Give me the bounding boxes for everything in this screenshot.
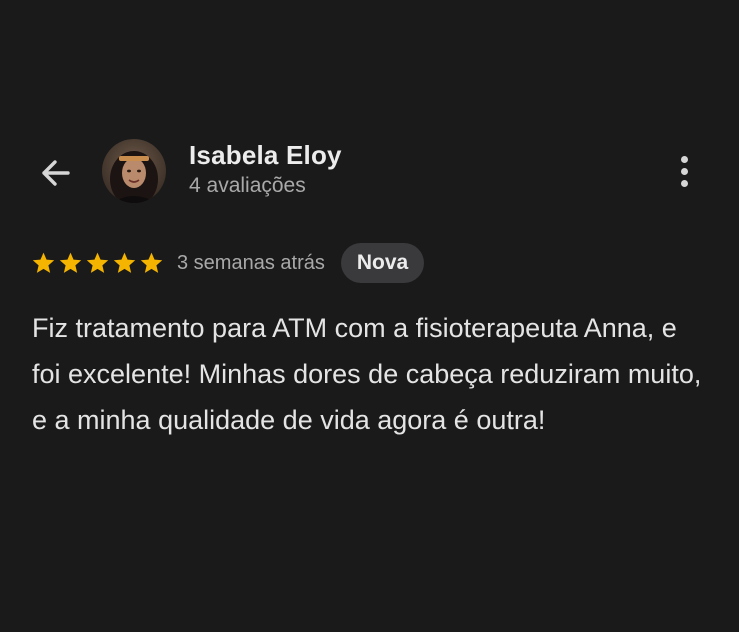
star-icon	[113, 252, 136, 273]
arrow-left-icon	[42, 160, 70, 186]
review-meta: 3 semanas atrás Nova	[31, 243, 425, 283]
profile-photo	[102, 139, 166, 203]
star-icon	[59, 252, 82, 273]
more-options-button[interactable]	[668, 150, 700, 192]
star-rating	[31, 251, 164, 276]
reviewer-name[interactable]: Isabela Eloy	[189, 140, 342, 171]
star-icon	[86, 252, 109, 273]
new-badge: Nova	[340, 243, 425, 283]
review-count: 4 avaliações	[189, 174, 306, 197]
review-time: 3 semanas atrás	[177, 251, 325, 274]
more-vert-icon	[680, 179, 688, 187]
back-button[interactable]	[34, 152, 76, 194]
avatar[interactable]	[102, 139, 166, 203]
more-vert-icon	[680, 155, 688, 163]
more-vert-icon	[680, 167, 688, 175]
star-icon	[140, 252, 163, 273]
review-text: Fiz tratamento para ATM com a fisioterap…	[32, 313, 702, 435]
star-icon	[32, 252, 55, 273]
